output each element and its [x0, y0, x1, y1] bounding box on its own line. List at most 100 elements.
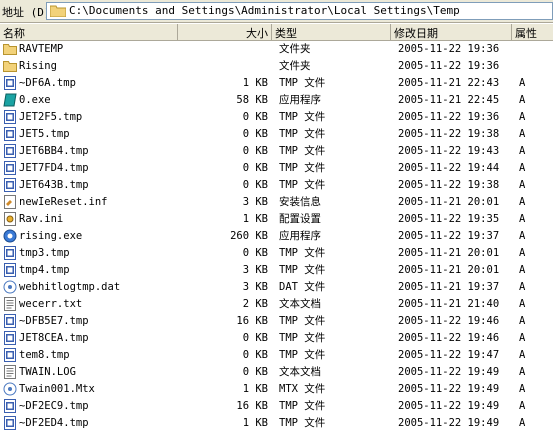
file-modified: 2005-11-21 20:01: [398, 247, 500, 259]
file-row[interactable]: tem8.tmp 0 KB TMP 文件 2005-11-22 19:47 A: [0, 347, 553, 364]
file-modified: 2005-11-22 19:49: [398, 383, 500, 395]
file-size: 1 KB: [242, 77, 268, 89]
file-modified: 2005-11-21 20:01: [398, 264, 500, 276]
file-name: RAVTEMP: [19, 43, 64, 55]
file-row[interactable]: newIeReset.inf 3 KB 安装信息 2005-11-21 20:01 A: [0, 194, 553, 211]
file-attributes: A: [519, 94, 526, 106]
ini-file-icon: [3, 212, 17, 226]
file-row[interactable]: JET7FD4.tmp 0 KB TMP 文件 2005-11-22 19:44 A: [0, 160, 553, 177]
file-row[interactable]: tmp4.tmp 3 KB TMP 文件 2005-11-21 20:01 A: [0, 262, 553, 279]
file-attributes: A: [519, 247, 526, 259]
app-icon: [3, 229, 17, 243]
file-row[interactable]: rising.exe 260 KB 应用程序 2005-11-22 19:37 A: [0, 228, 553, 245]
file-attributes: A: [519, 315, 526, 327]
column-header: 名称 大小 类型 修改日期 属性: [0, 24, 553, 41]
tmp-file-icon: [3, 127, 17, 141]
file-name: Twain001.Mtx: [19, 383, 95, 395]
file-row[interactable]: ~DF6A.tmp 1 KB TMP 文件 2005-11-21 22:43 A: [0, 75, 553, 92]
file-name: 0.exe: [19, 94, 51, 106]
file-attributes: A: [519, 128, 526, 140]
folder-icon: [3, 42, 17, 56]
file-attributes: A: [519, 179, 526, 191]
file-name: wecerr.txt: [19, 298, 83, 310]
file-name: ~DFB5E7.tmp: [19, 315, 89, 327]
file-row[interactable]: ~DF2ED4.tmp 1 KB TMP 文件 2005-11-22 19:49 A: [0, 415, 553, 432]
txt-file-icon: [3, 365, 17, 379]
file-row[interactable]: Twain001.Mtx 1 KB MTX 文件 2005-11-22 19:49 A: [0, 381, 553, 398]
file-attributes: A: [519, 332, 526, 344]
file-row[interactable]: JET2F5.tmp 0 KB TMP 文件 2005-11-22 19:36 A: [0, 109, 553, 126]
address-field[interactable]: C:\Documents and Settings\Administrator\…: [46, 2, 553, 20]
file-name: ~DF2EC9.tmp: [19, 400, 89, 412]
file-row[interactable]: wecerr.txt 2 KB 文本文档 2005-11-21 21:40 A: [0, 296, 553, 313]
file-row[interactable]: JET643B.tmp 0 KB TMP 文件 2005-11-22 19:38 A: [0, 177, 553, 194]
file-row[interactable]: tmp3.tmp 0 KB TMP 文件 2005-11-21 20:01 A: [0, 245, 553, 262]
file-type: TMP 文件: [279, 77, 326, 89]
file-name: rising.exe: [19, 230, 83, 242]
file-modified: 2005-11-22 19:36: [398, 60, 500, 72]
file-name: tmp3.tmp: [19, 247, 70, 259]
file-size: 16 KB: [236, 315, 268, 327]
file-attributes: A: [519, 145, 526, 157]
file-name: tem8.tmp: [19, 349, 70, 361]
file-type: 文件夹: [279, 60, 311, 72]
column-header-name[interactable]: 名称: [0, 24, 178, 40]
file-modified: 2005-11-22 19:35: [398, 213, 500, 225]
file-name: webhitlogtmp.dat: [19, 281, 121, 293]
column-header-type[interactable]: 类型: [272, 24, 391, 40]
file-type: TMP 文件: [279, 417, 326, 429]
column-header-modified[interactable]: 修改日期: [391, 24, 512, 40]
file-size: 2 KB: [242, 298, 268, 310]
tmp-file-icon: [3, 246, 17, 260]
file-attributes: A: [519, 162, 526, 174]
file-size: 0 KB: [242, 111, 268, 123]
file-type: TMP 文件: [279, 162, 326, 174]
file-row[interactable]: TWAIN.LOG 0 KB 文本文档 2005-11-22 19:49 A: [0, 364, 553, 381]
file-attributes: A: [519, 230, 526, 242]
file-modified: 2005-11-22 19:37: [398, 230, 500, 242]
file-row[interactable]: Rav.ini 1 KB 配置设置 2005-11-22 19:35 A: [0, 211, 553, 228]
tmp-file-icon: [3, 348, 17, 362]
dat-file-icon: [3, 382, 17, 396]
file-type: 文本文档: [279, 366, 321, 378]
file-name: ~DF6A.tmp: [19, 77, 76, 89]
file-type: TMP 文件: [279, 264, 326, 276]
file-type: TMP 文件: [279, 400, 326, 412]
address-bar: 地址 (D) C:\Documents and Settings\Adminis…: [0, 0, 553, 23]
file-name: JET2F5.tmp: [19, 111, 83, 123]
file-row[interactable]: ~DF2EC9.tmp 16 KB TMP 文件 2005-11-22 19:49 A: [0, 398, 553, 415]
file-attributes: A: [519, 400, 526, 412]
file-attributes: A: [519, 417, 526, 429]
file-size: 0 KB: [242, 349, 268, 361]
file-attributes: A: [519, 77, 526, 89]
file-row[interactable]: 0.exe 58 KB 应用程序 2005-11-21 22:45 A: [0, 92, 553, 109]
file-row[interactable]: RAVTEMP 文件夹 2005-11-22 19:36: [0, 41, 553, 58]
file-size: 1 KB: [242, 383, 268, 395]
file-modified: 2005-11-22 19:38: [398, 179, 500, 191]
column-header-attributes[interactable]: 属性: [512, 24, 553, 40]
file-name: ~DF2ED4.tmp: [19, 417, 89, 429]
file-type: 文件夹: [279, 43, 311, 55]
file-row[interactable]: ~DFB5E7.tmp 16 KB TMP 文件 2005-11-22 19:46 A: [0, 313, 553, 330]
file-name: Rav.ini: [19, 213, 64, 225]
file-attributes: A: [519, 196, 526, 208]
tmp-file-icon: [3, 314, 17, 328]
file-attributes: A: [519, 264, 526, 276]
file-row[interactable]: JET8CEA.tmp 0 KB TMP 文件 2005-11-22 19:46 A: [0, 330, 553, 347]
file-type: TMP 文件: [279, 247, 326, 259]
file-modified: 2005-11-21 22:43: [398, 77, 500, 89]
file-size: 3 KB: [242, 264, 268, 276]
file-row[interactable]: Rising 文件夹 2005-11-22 19:36: [0, 58, 553, 75]
address-label: 地址 (D): [2, 6, 51, 19]
file-row[interactable]: webhitlogtmp.dat 3 KB DAT 文件 2005-11-21 19:…: [0, 279, 553, 296]
file-row[interactable]: JET5.tmp 0 KB TMP 文件 2005-11-22 19:38 A: [0, 126, 553, 143]
tmp-file-icon: [3, 144, 17, 158]
file-type: 配置设置: [279, 213, 321, 225]
column-header-size[interactable]: 大小: [178, 24, 272, 40]
tmp-file-icon: [3, 399, 17, 413]
tmp-file-icon: [3, 76, 17, 90]
file-modified: 2005-11-22 19:49: [398, 366, 500, 378]
file-attributes: A: [519, 298, 526, 310]
file-row[interactable]: JET6BB4.tmp 0 KB TMP 文件 2005-11-22 19:43 A: [0, 143, 553, 160]
tmp-file-icon: [3, 161, 17, 175]
